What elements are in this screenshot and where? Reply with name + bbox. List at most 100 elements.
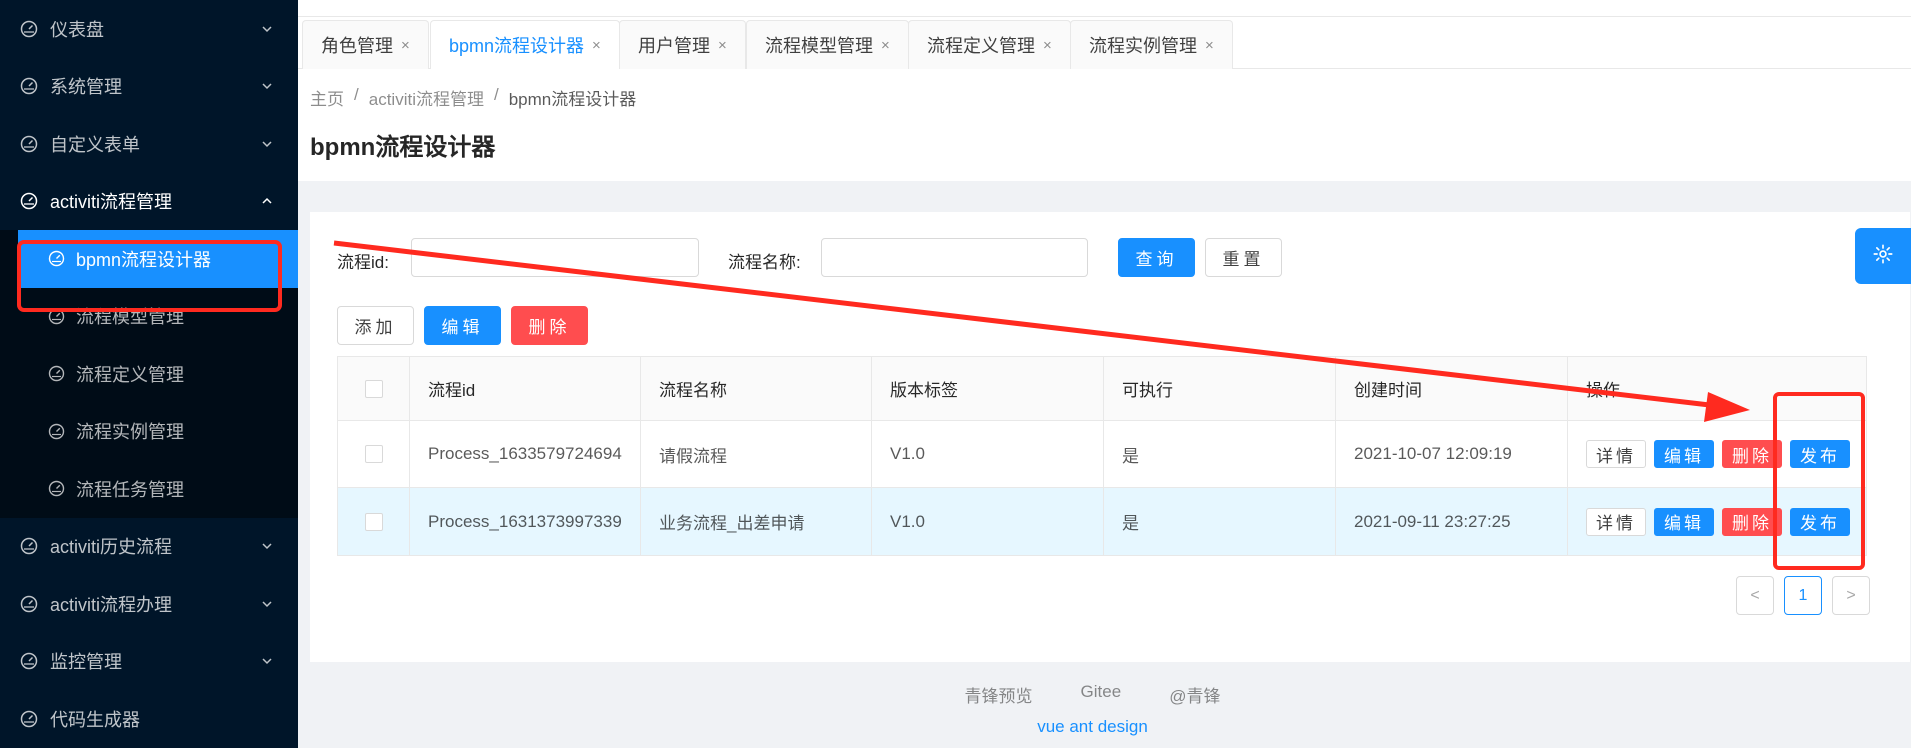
sidebar-item-process-definition[interactable]: 流程定义管理: [0, 345, 298, 403]
close-icon[interactable]: ×: [881, 37, 890, 54]
process-name-input[interactable]: [821, 238, 1088, 277]
tab-role-management[interactable]: 角色管理 ×: [302, 20, 429, 69]
sidebar-item-label: 自定义表单: [50, 134, 140, 155]
tab-process-definition[interactable]: 流程定义管理 ×: [908, 20, 1071, 69]
reset-button[interactable]: 重置: [1205, 238, 1282, 277]
sidebar-item-label: 系统管理: [50, 77, 122, 98]
sidebar-item-label: activiti历史流程: [50, 537, 173, 558]
breadcrumb-home[interactable]: 主页: [310, 85, 344, 110]
page-title: bpmn流程设计器: [310, 134, 496, 161]
pagination-page-1[interactable]: 1: [1784, 576, 1822, 615]
publish-button[interactable]: 发布: [1790, 507, 1850, 536]
footer-link[interactable]: Gitee: [1081, 682, 1122, 707]
cell-version: V1.0: [872, 421, 1104, 487]
page-header: 主页 / activiti流程管理 / bpmn流程设计器 bpmn流程设计器: [298, 69, 1911, 181]
sidebar-item-activiti-history[interactable]: activiti历史流程: [0, 518, 298, 576]
submenu-activiti: bpmn流程设计器 流程模型管理 流程定义管理 流程实例管理 流程任务管理: [0, 230, 298, 518]
sidebar-item-code-generator[interactable]: 代码生成器: [0, 690, 298, 748]
sidebar-item-process-model[interactable]: 流程模型管理: [0, 288, 298, 346]
sidebar-item-custom-form[interactable]: 自定义表单: [0, 115, 298, 173]
pagination-prev[interactable]: <: [1736, 576, 1774, 615]
cell-created: 2021-09-11 23:27:25: [1336, 488, 1568, 555]
row-delete-button[interactable]: 删除: [1722, 507, 1782, 536]
query-button[interactable]: 查询: [1118, 238, 1195, 277]
close-icon[interactable]: ×: [1043, 37, 1052, 54]
tab-user-management[interactable]: 用户管理 ×: [619, 20, 746, 69]
close-icon[interactable]: ×: [1205, 37, 1214, 54]
cell-executable: 是: [1104, 421, 1336, 487]
sidebar-item-label: 流程模型管理: [76, 307, 184, 328]
breadcrumb-current: bpmn流程设计器: [508, 90, 637, 109]
dashboard-icon: [20, 710, 38, 728]
main-content: 角色管理 × bpmn流程设计器 × 用户管理 × 流程模型管理 × 流程定义管…: [298, 0, 1911, 748]
sidebar-item-activiti-process[interactable]: activiti流程管理: [0, 173, 298, 231]
sidebar-item-label: 流程任务管理: [76, 479, 184, 500]
dashboard-icon: [48, 480, 65, 497]
publish-button[interactable]: 发布: [1790, 440, 1850, 468]
pagination-next[interactable]: >: [1832, 576, 1870, 615]
footer-link[interactable]: @青锋: [1169, 682, 1220, 707]
add-button[interactable]: 添加: [337, 306, 414, 345]
tab-process-model[interactable]: 流程模型管理 ×: [746, 20, 909, 69]
footer-links: 青锋预览 Gitee @青锋: [298, 682, 1911, 707]
select-all-checkbox[interactable]: [364, 379, 383, 398]
tab-label: 用户管理: [638, 36, 710, 56]
settings-button[interactable]: [1855, 228, 1911, 284]
tabs-bar: 角色管理 × bpmn流程设计器 × 用户管理 × 流程模型管理 × 流程定义管…: [298, 17, 1911, 69]
close-icon[interactable]: ×: [718, 37, 727, 54]
tab-process-instance[interactable]: 流程实例管理 ×: [1070, 20, 1233, 69]
delete-button[interactable]: 删除: [511, 306, 588, 345]
row-delete-button[interactable]: 删除: [1722, 440, 1782, 468]
sidebar-item-label: bpmn流程设计器: [76, 249, 212, 270]
breadcrumb-parent[interactable]: activiti流程管理: [369, 85, 484, 110]
edit-button[interactable]: 编辑: [424, 306, 501, 345]
detail-button[interactable]: 详情: [1586, 507, 1646, 536]
column-header: 操作: [1586, 381, 1620, 400]
process-table: 流程id 流程名称 版本标签 可执行 创建时间 操作 Process_16335…: [337, 356, 1867, 556]
dashboard-icon: [20, 135, 38, 153]
sidebar-item-monitor[interactable]: 监控管理: [0, 633, 298, 691]
column-header: 流程名称: [641, 357, 872, 420]
dashboard-icon: [20, 20, 38, 38]
top-header: [298, 0, 1911, 17]
chevron-down-icon: [260, 79, 274, 93]
sidebar-item-process-instance[interactable]: 流程实例管理: [0, 403, 298, 461]
dashboard-icon: [48, 250, 65, 267]
row-checkbox[interactable]: [364, 445, 383, 463]
sidebar-item-label: activiti流程办理: [50, 594, 173, 615]
gear-icon: [1872, 243, 1894, 270]
sidebar-item-system[interactable]: 系统管理: [0, 58, 298, 116]
process-name-label: 流程名称:: [728, 253, 801, 272]
column-header: 可执行: [1104, 357, 1336, 420]
cell-process-name: 请假流程: [641, 421, 872, 487]
process-id-input[interactable]: [411, 238, 699, 277]
sidebar-item-bpmn-designer[interactable]: bpmn流程设计器: [18, 230, 298, 288]
dashboard-icon: [48, 423, 65, 440]
sidebar-item-label: 流程定义管理: [76, 364, 184, 385]
tab-label: 流程实例管理: [1089, 36, 1197, 56]
breadcrumb: 主页 / activiti流程管理 / bpmn流程设计器: [310, 85, 636, 110]
row-edit-button[interactable]: 编辑: [1654, 507, 1714, 536]
dashboard-icon: [48, 308, 65, 325]
sidebar-item-activiti-handle[interactable]: activiti流程办理: [0, 575, 298, 633]
sidebar: 仪表盘 系统管理 自定义表单 activiti流程管理 bpmn流程设计器 流程…: [0, 0, 298, 748]
close-icon[interactable]: ×: [401, 37, 410, 54]
column-header: 创建时间: [1336, 357, 1568, 420]
row-checkbox[interactable]: [364, 512, 383, 531]
table-header-row: 流程id 流程名称 版本标签 可执行 创建时间 操作: [338, 357, 1866, 421]
sidebar-item-dashboard[interactable]: 仪表盘: [0, 0, 298, 58]
sidebar-item-process-task[interactable]: 流程任务管理: [0, 460, 298, 518]
chevron-down-icon: [260, 22, 274, 36]
cell-created: 2021-10-07 12:09:19: [1336, 421, 1568, 487]
sidebar-item-label: 仪表盘: [50, 19, 104, 40]
footer-link[interactable]: 青锋预览: [965, 682, 1033, 707]
detail-button[interactable]: 详情: [1586, 440, 1646, 468]
footer-vue-ant-design-link[interactable]: vue ant design: [298, 717, 1911, 737]
row-edit-button[interactable]: 编辑: [1654, 440, 1714, 468]
sidebar-item-label: activiti流程管理: [50, 192, 173, 213]
tab-label: 流程模型管理: [765, 36, 873, 56]
table-row: Process_1631373997339 业务流程_出差申请 V1.0 是 2…: [338, 488, 1866, 555]
tab-bpmn-designer[interactable]: bpmn流程设计器 ×: [430, 20, 620, 69]
close-icon[interactable]: ×: [592, 37, 601, 54]
cell-actions: 详情 编辑 删除 发布: [1568, 488, 1866, 555]
